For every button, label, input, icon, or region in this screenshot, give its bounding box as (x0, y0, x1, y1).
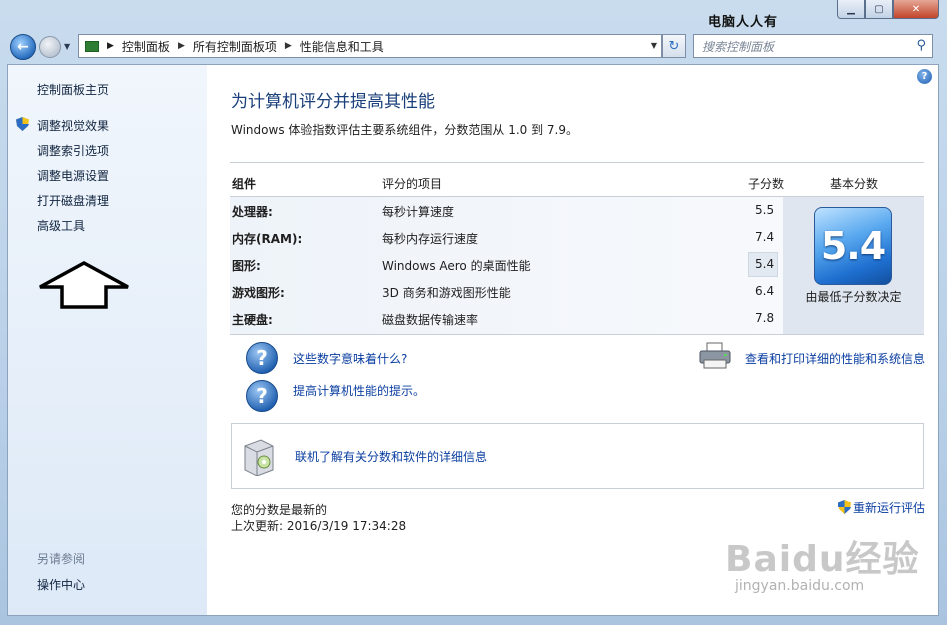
maximize-button[interactable]: ▢ (865, 0, 893, 19)
what-numbers-mean-link[interactable]: 这些数字意味着什么? (293, 350, 407, 367)
score-status: 您的分数是最新的 (231, 503, 328, 517)
sidebar-item-advanced-tools[interactable]: 高级工具 (37, 217, 85, 234)
score-table: 组件 评分的项目 子分数 基本分数 处理器: 每秒计算速度 5.5 内存(RAM… (230, 162, 924, 335)
rated-item: Windows Aero 的桌面性能 (382, 259, 531, 273)
header-base-score: 基本分数 (830, 177, 879, 191)
breadcrumb: 控制面板 ▶ 所有控制面板项 ▶ 性能信息和工具 (122, 38, 384, 55)
table-rows: 处理器: 每秒计算速度 5.5 内存(RAM): 每秒内存运行速度 7.4 图形… (230, 197, 783, 335)
base-score-panel: 5.4 由最低子分数决定 (783, 197, 924, 335)
recent-pages-dropdown-icon[interactable]: ▼ (64, 42, 70, 51)
search-icon[interactable]: ⚲ (916, 38, 926, 53)
overlay-caption: 电脑人人有 (708, 15, 779, 30)
control-panel-icon (85, 40, 99, 52)
question-icon: ? (246, 380, 278, 412)
table-row: 内存(RAM): 每秒内存运行速度 7.4 (230, 224, 783, 251)
last-update: 上次更新: 2016/3/19 17:34:28 (231, 519, 407, 533)
search-placeholder: 搜索控制面板 (702, 39, 775, 54)
subscore-value: 7.8 (755, 311, 775, 325)
page-subtitle: Windows 体验指数评估主要系统组件，分数范围从 1.0 到 7.9。 (231, 123, 578, 137)
sidebar: 控制面板主页 调整视觉效果 调整索引选项 调整电源设置 打开磁盘清理 高级工具 … (8, 65, 207, 615)
breadcrumb-chevron-icon[interactable]: ▶ (178, 41, 185, 51)
sidebar-item-home[interactable]: 控制面板主页 (37, 81, 109, 98)
table-header: 组件 评分的项目 子分数 基本分数 (230, 163, 924, 197)
subscore-value: 7.4 (755, 230, 775, 244)
breadcrumb-item[interactable]: 控制面板 (122, 38, 170, 55)
performance-tips-link[interactable]: 提高计算机性能的提示。 (293, 382, 425, 399)
base-score-caption: 由最低子分数决定 (805, 290, 902, 304)
online-info-link[interactable]: 联机了解有关分数和软件的详细信息 (295, 448, 487, 465)
rated-item: 3D 商务和游戏图形性能 (382, 286, 511, 300)
arrow-up-icon (39, 261, 129, 309)
page-title: 为计算机评分并提高其性能 (231, 92, 435, 112)
table-row: 游戏图形: 3D 商务和游戏图形性能 6.4 (230, 278, 783, 305)
sidebar-item-indexing[interactable]: 调整索引选项 (37, 142, 109, 159)
uac-shield-icon (838, 500, 851, 514)
component-label: 处理器: (232, 205, 273, 219)
subscore-value: 5.5 (755, 203, 775, 217)
sidebar-item-disk-cleanup[interactable]: 打开磁盘清理 (37, 192, 109, 209)
baidu-watermark: Baidu经验 jingyan.baidu.com (725, 530, 920, 594)
refresh-icon: ↻ (668, 38, 680, 54)
forward-button[interactable] (39, 36, 61, 58)
search-input[interactable]: 搜索控制面板 ⚲ (693, 34, 933, 58)
window-controls: ▁ ▢ ✕ (837, 0, 939, 19)
question-icon: ? (246, 342, 278, 374)
sidebar-item-power[interactable]: 调整电源设置 (37, 167, 109, 184)
help-icon[interactable]: ? (917, 69, 932, 84)
breadcrumb-chevron-icon[interactable]: ▶ (285, 41, 292, 51)
breadcrumb-item[interactable]: 性能信息和工具 (300, 38, 384, 55)
sidebar-item-visual-effects[interactable]: 调整视觉效果 (37, 117, 109, 134)
uac-shield-icon (16, 117, 29, 131)
table-row: 处理器: 每秒计算速度 5.5 (230, 197, 783, 224)
title-bar: 电脑人人有 ▁ ▢ ✕ (0, 0, 947, 30)
address-dropdown-icon[interactable]: ▼ (651, 41, 657, 50)
table-row: 图形: Windows Aero 的桌面性能 5.4 (230, 251, 783, 278)
watermark-url: jingyan.baidu.com (735, 578, 865, 594)
printer-icon (699, 342, 731, 369)
arrow-left-icon: ← (17, 39, 29, 55)
view-print-details-link[interactable]: 查看和打印详细的性能和系统信息 (745, 350, 925, 367)
watermark-brand: Baidu经验 (725, 539, 920, 580)
component-label: 游戏图形: (232, 286, 285, 300)
header-subscore: 子分数 (748, 177, 785, 191)
address-bar[interactable]: ▶ 控制面板 ▶ 所有控制面板项 ▶ 性能信息和工具 ▼ (78, 34, 662, 58)
table-row: 主硬盘: 磁盘数据传输速率 7.8 (230, 305, 783, 332)
refresh-button[interactable]: ↻ (662, 34, 686, 58)
base-score-value: 5.4 (820, 224, 886, 268)
header-component: 组件 (232, 177, 257, 191)
base-score-badge: 5.4 (814, 207, 892, 285)
breadcrumb-chevron-icon[interactable]: ▶ (107, 41, 114, 51)
rated-item: 每秒内存运行速度 (382, 232, 479, 246)
header-rated-item: 评分的项目 (382, 177, 443, 191)
rerun-assessment-link[interactable]: 重新运行评估 (853, 499, 925, 516)
navigation-bar: ← ▼ ▶ 控制面板 ▶ 所有控制面板项 ▶ 性能信息和工具 ▼ ↻ 搜索控制面… (0, 30, 947, 64)
subscore-value: 6.4 (755, 284, 775, 298)
rated-item: 每秒计算速度 (382, 205, 455, 219)
sidebar-item-action-center[interactable]: 操作中心 (37, 576, 85, 593)
subscore-value: 5.4 (755, 257, 775, 271)
breadcrumb-item[interactable]: 所有控制面板项 (193, 38, 277, 55)
component-label: 内存(RAM): (232, 232, 303, 246)
back-button[interactable]: ← (10, 34, 36, 60)
minimize-button[interactable]: ▁ (837, 0, 865, 19)
component-label: 主硬盘: (232, 313, 273, 327)
component-label: 图形: (232, 259, 261, 273)
rated-item: 磁盘数据传输速率 (382, 313, 479, 327)
online-info-box: 联机了解有关分数和软件的详细信息 (231, 423, 924, 489)
software-package-icon (244, 439, 274, 476)
close-button[interactable]: ✕ (893, 0, 939, 19)
see-also-heading: 另请参阅 (37, 552, 86, 566)
